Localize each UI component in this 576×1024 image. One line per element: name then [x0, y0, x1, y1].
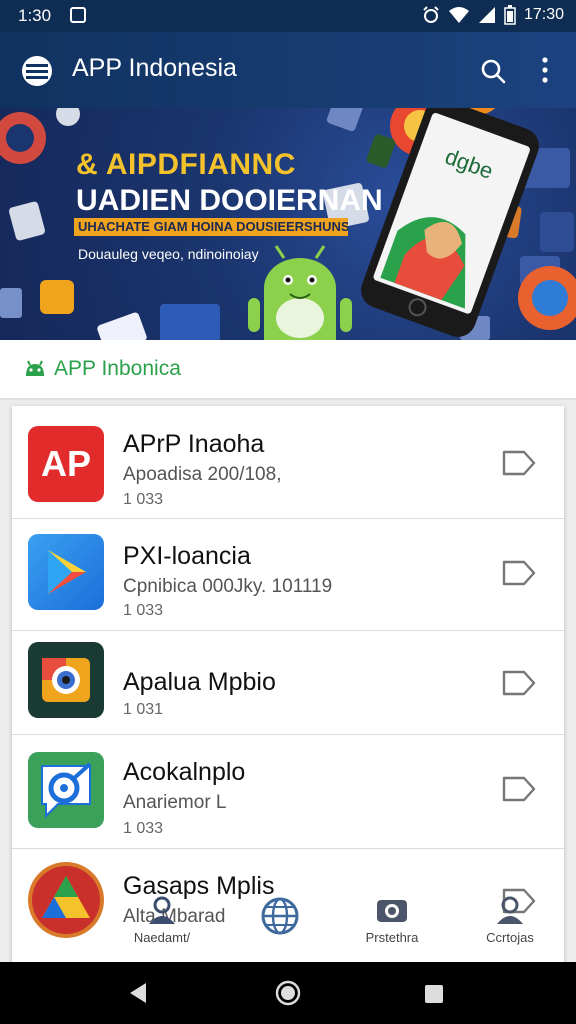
app-size: 1 031	[123, 701, 164, 718]
back-icon[interactable]	[128, 982, 148, 1004]
more-options-icon[interactable]	[540, 56, 550, 84]
tag-icon[interactable]	[502, 450, 536, 476]
app-icon-ap: AP	[28, 426, 104, 502]
wifi-icon	[448, 7, 469, 23]
app-size: 1 033	[123, 602, 164, 619]
person-icon	[149, 896, 175, 924]
nav-item-prstethra[interactable]: Prstethra	[342, 892, 442, 962]
android-icon	[26, 360, 44, 376]
banner-caption: Douauleg veqeo, ndinoinoiay	[78, 246, 259, 262]
menu-icon[interactable]	[22, 56, 52, 86]
promo-banner[interactable]: dgbe & AIPDFIANNC UADIEN DOOIERNAN UHACH…	[0, 108, 576, 340]
battery-icon	[504, 5, 516, 25]
list-item[interactable]: Apalua Mpbio 1 031	[12, 630, 564, 735]
bottom-nav: Naedamt/ Prstethra Ccrtojas	[12, 892, 564, 962]
banner-ribbon: UHACHATE GIAM HOINA DOUSIEERSHUNS	[74, 218, 348, 236]
home-icon[interactable]	[275, 980, 301, 1006]
notification-icon	[70, 7, 86, 23]
app-name: PXI-loancia	[123, 542, 251, 570]
status-icons: 17:30	[422, 5, 564, 25]
camera-icon	[377, 900, 407, 922]
section-title: APP Inbonica	[54, 357, 181, 380]
tag-icon[interactable]	[502, 560, 536, 586]
list-item[interactable]: AP APrP Inaoha Apoadisa 200/108, 1 033	[12, 406, 564, 519]
app-subtitle: Anariemor L	[123, 792, 227, 813]
banner-title: & AIPDFIANNC	[76, 148, 296, 181]
nav-item-ccrtojas[interactable]: Ccrtojas	[460, 892, 560, 962]
app-size: 1 033	[123, 491, 164, 508]
app-list: AP APrP Inaoha Apoadisa 200/108, 1 033 P…	[12, 406, 564, 962]
tag-icon[interactable]	[502, 670, 536, 696]
nav-label: Ccrtojas	[486, 930, 534, 945]
status-time: 1:30	[18, 6, 52, 25]
list-item[interactable]: PXI-loancia Cpnibica 000Jky. 101119 1 03…	[12, 518, 564, 631]
banner-subtitle: UADIEN DOOIERNAN	[76, 184, 383, 217]
alarm-icon	[423, 6, 439, 23]
app-subtitle: Apoadisa 200/108,	[123, 464, 282, 485]
camera-app-icon	[28, 642, 104, 718]
signal-icon	[478, 7, 495, 23]
app-name: APrP Inaoha	[123, 430, 265, 458]
recents-icon[interactable]	[424, 984, 444, 1004]
search-icon[interactable]	[480, 58, 506, 84]
app-size: 1 033	[123, 820, 164, 837]
status-clock: 17:30	[523, 6, 564, 23]
app-name: Apalua Mpbio	[123, 668, 276, 696]
app-title: APP Indonesia	[72, 54, 237, 82]
nav-item-naedamt[interactable]: Naedamt/	[112, 892, 212, 962]
nav-item-globe[interactable]	[230, 892, 330, 962]
app-subtitle: Cpnibica 000Jky. 101119	[123, 576, 333, 597]
list-item[interactable]: Acokalnplo Anariemor L 1 033	[12, 734, 564, 849]
nav-label: Naedamt/	[133, 930, 191, 945]
chat-app-icon	[28, 752, 104, 828]
globe-icon	[261, 897, 299, 935]
system-nav-bar	[0, 962, 576, 1024]
svg-text:AP: AP	[41, 443, 91, 484]
section-header: APP Inbonica	[0, 340, 576, 400]
status-bar: 1:30 17:30	[0, 0, 576, 32]
play-store-icon	[28, 534, 104, 610]
app-name: Acokalnplo	[123, 758, 246, 786]
nav-label: Prstethra	[365, 930, 419, 945]
tag-icon[interactable]	[502, 776, 536, 802]
contact-icon	[497, 896, 523, 924]
app-bar: APP Indonesia	[0, 32, 576, 108]
